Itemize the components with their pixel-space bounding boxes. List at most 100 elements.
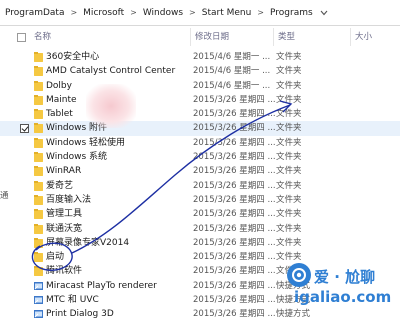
item-modified-date: 2015/3/26 星期四 ...: [193, 123, 276, 134]
item-name: Mainte: [46, 94, 77, 105]
list-item[interactable]: Windows 附件 2015/3/26 星期四 ... 文件夹: [0, 121, 400, 136]
item-modified-date: 2015/3/26 星期四 ...: [193, 280, 276, 291]
item-modified-date: 2015/3/26 星期四 ...: [193, 266, 276, 277]
folder-icon: [34, 80, 43, 91]
breadcrumb-item-microsoft[interactable]: Microsoft: [80, 4, 127, 22]
item-modified-date: 2015/4/6 星期一 ...: [193, 52, 271, 62]
breadcrumb-separator[interactable]: >: [186, 8, 199, 17]
column-header: 名称 修改日期 类型 大小: [0, 28, 400, 46]
watermark: 爱 · 尬聊 igaliao.com: [286, 262, 396, 312]
item-modified-date: 2015/3/26 星期四 ...: [193, 252, 276, 263]
item-type: 文件夹: [276, 194, 302, 205]
folder-icon: [34, 123, 43, 134]
item-type: 文件夹: [276, 123, 302, 134]
item-name: Windows 系统: [46, 152, 108, 163]
folder-icon: [34, 137, 43, 148]
list-item[interactable]: 百度输入法 2015/3/26 星期四 ... 文件夹: [0, 193, 400, 207]
item-modified-date: 2015/3/26 星期四 ...: [193, 295, 276, 306]
column-date-header[interactable]: 修改日期: [190, 28, 229, 46]
folder-icon: [34, 237, 43, 248]
shortcut-app-icon: [34, 310, 43, 319]
folder-icon: [34, 223, 43, 234]
item-type: 文件夹: [276, 166, 302, 177]
item-modified-date: 2015/3/26 星期四 ...: [193, 180, 276, 191]
item-modified-date: 2015/3/26 星期四 ...: [193, 137, 276, 148]
list-item[interactable]: 管理工具 2015/3/26 星期四 ... 文件夹: [0, 207, 400, 221]
item-name: Miracast PlayTo renderer: [46, 280, 157, 291]
item-type: 文件夹: [276, 152, 302, 163]
item-name: 管理工具: [46, 209, 83, 220]
column-size-header[interactable]: 大小: [350, 28, 372, 46]
shortcut-app-icon: [34, 296, 43, 305]
folder-icon: [34, 66, 43, 77]
item-type: 文件夹: [276, 209, 302, 220]
item-modified-date: 2015/3/26 星期四 ...: [193, 237, 276, 248]
item-modified-date: 2015/3/26 星期四 ...: [193, 94, 276, 105]
item-type: 文件夹: [276, 109, 302, 120]
item-name: WinRAR: [46, 166, 82, 177]
item-name: 启动: [46, 252, 65, 263]
list-item[interactable]: 屏幕录像专家V2014 2015/3/26 星期四 ... 文件夹: [0, 236, 400, 250]
item-name: 腾讯软件: [46, 266, 83, 277]
item-type: 文件夹: [276, 237, 302, 248]
breadcrumb-item-programs[interactable]: Programs: [267, 4, 316, 22]
column-type-header[interactable]: 类型: [273, 28, 295, 46]
item-modified-date: 2015/3/26 星期四 ...: [193, 152, 276, 163]
list-item[interactable]: 联通沃宽 2015/3/26 星期四 ... 文件夹: [0, 222, 400, 236]
item-type: 文件夹: [276, 180, 302, 191]
item-name: 百度输入法: [46, 194, 92, 205]
item-modified-date: 2015/3/26 星期四 ...: [193, 223, 276, 234]
folder-icon: [34, 52, 43, 62]
list-item[interactable]: WinRAR 2015/3/26 星期四 ... 文件夹: [0, 164, 400, 178]
list-item[interactable]: AMD Catalyst Control Center 2015/4/6 星期一 …: [0, 64, 400, 78]
folder-icon: [34, 152, 43, 163]
list-item[interactable]: Windows 系统 2015/3/26 星期四 ... 文件夹: [0, 150, 400, 164]
item-name: Print Dialog 3D: [46, 309, 114, 320]
item-modified-date: 2015/3/26 星期四 ...: [193, 109, 276, 120]
item-type: 文件夹: [276, 94, 302, 105]
list-item[interactable]: Windows 轻松使用 2015/3/26 星期四 ... 文件夹: [0, 136, 400, 150]
item-type: 文件夹: [276, 223, 302, 234]
list-item[interactable]: 爱奇艺 2015/3/26 星期四 ... 文件夹: [0, 179, 400, 193]
item-name: Dolby: [46, 80, 72, 91]
folder-icon: [34, 209, 43, 220]
list-item[interactable]: Dolby 2015/4/6 星期一 ... 文件夹: [0, 79, 400, 93]
breadcrumb-item-start-menu[interactable]: Start Menu: [199, 4, 255, 22]
item-name: MTC 和 UVC: [46, 295, 99, 306]
folder-icon: [34, 266, 43, 277]
shortcut-app-icon: [34, 281, 43, 290]
row-checkbox[interactable]: [20, 123, 29, 133]
folder-icon: [34, 94, 43, 105]
item-modified-date: 2015/3/26 星期四 ...: [193, 209, 276, 220]
folder-icon: [34, 180, 43, 191]
item-type: 文件夹: [276, 52, 302, 62]
item-name: Windows 轻松使用: [46, 137, 126, 148]
breadcrumb-separator[interactable]: >: [254, 8, 267, 17]
list-item[interactable]: Mainte 2015/3/26 星期四 ... 文件夹: [0, 93, 400, 107]
item-name: 爱奇艺: [46, 180, 74, 191]
item-type: 文件夹: [276, 137, 302, 148]
item-modified-date: 2015/3/26 星期四 ...: [193, 166, 276, 177]
item-name: AMD Catalyst Control Center: [46, 66, 176, 77]
folder-icon: [34, 252, 43, 263]
item-modified-date: 2015/3/26 星期四 ...: [193, 309, 276, 320]
item-modified-date: 2015/3/26 星期四 ...: [193, 194, 276, 205]
item-name: 屏幕录像专家V2014: [46, 237, 130, 248]
breadcrumb-separator[interactable]: >: [127, 8, 140, 17]
select-all-checkbox[interactable]: [17, 33, 26, 42]
list-item[interactable]: Tablet 2015/3/26 星期四 ... 文件夹: [0, 107, 400, 121]
chevron-down-icon[interactable]: [320, 4, 330, 22]
breadcrumb-item-programdata[interactable]: ProgramData: [2, 4, 67, 22]
privacy-blur: [86, 84, 136, 128]
item-type: 文件夹: [276, 80, 302, 91]
item-type: 文件夹: [276, 66, 302, 77]
list-item[interactable]: 360安全中心 2015/4/6 星期一 ... 文件夹: [0, 50, 400, 64]
breadcrumb-separator[interactable]: >: [67, 8, 80, 17]
watermark-logo-icon: [287, 263, 311, 287]
folder-icon: [34, 166, 43, 177]
folder-icon: [34, 109, 43, 120]
item-name: 联通沃宽: [46, 223, 83, 234]
item-name: 360安全中心: [46, 52, 100, 62]
breadcrumb-item-windows[interactable]: Windows: [140, 4, 186, 22]
column-name-header[interactable]: 名称: [34, 28, 51, 46]
